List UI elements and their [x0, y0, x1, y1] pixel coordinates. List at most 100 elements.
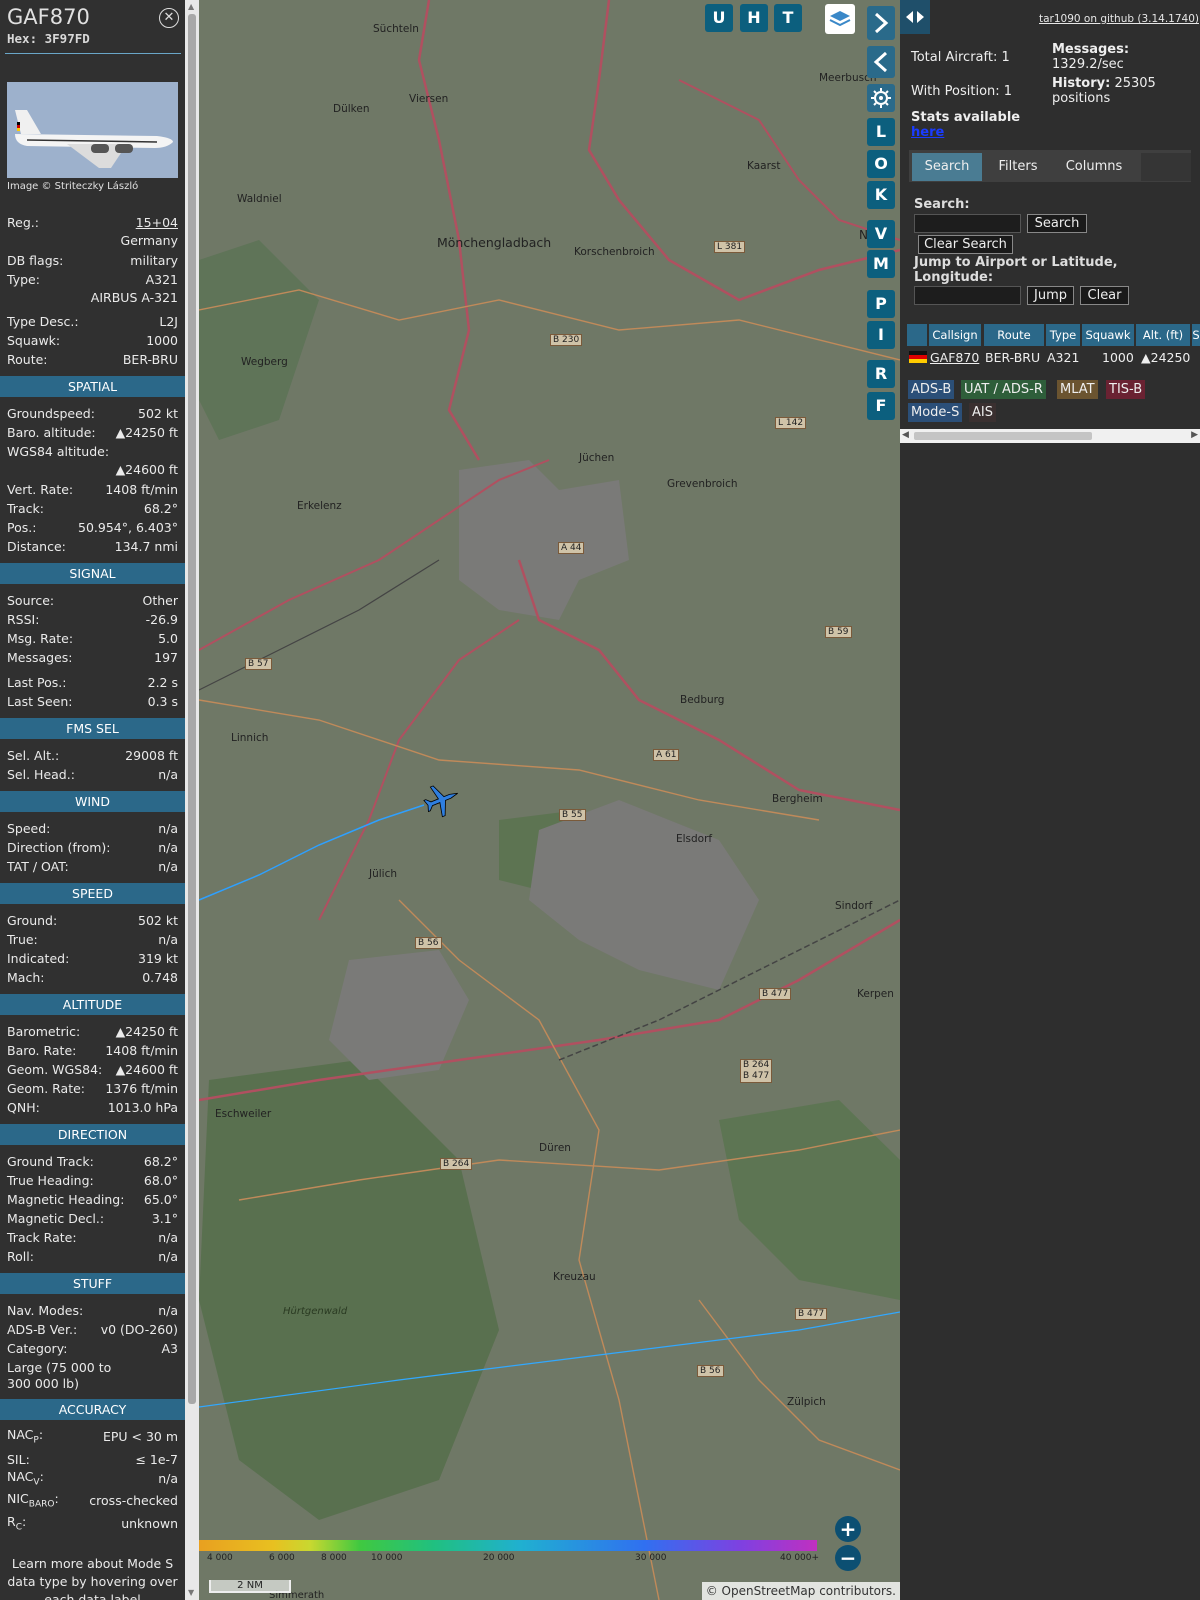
value: n/a — [158, 1302, 178, 1318]
collapse-right-icon[interactable] — [867, 6, 895, 40]
groundspeed-row: Groundspeed: 502 kt — [7, 404, 178, 422]
alt-tick: 40 000+ — [780, 1553, 820, 1563]
table-header-type[interactable]: Type — [1046, 324, 1080, 346]
label: TAT / OAT: — [7, 858, 69, 874]
map-view[interactable]: Süchteln Viersen Dülken Meerbusch Waldni… — [199, 0, 900, 1600]
label: Pos.: — [7, 519, 37, 535]
search-input[interactable] — [914, 214, 1021, 233]
collapse-left-icon[interactable] — [867, 46, 895, 78]
value: 29008 ft — [125, 747, 178, 763]
section-wind: WIND — [0, 791, 185, 812]
table-header-alt[interactable]: Alt. (ft) — [1136, 324, 1190, 346]
scroll-left-icon[interactable]: ◀ — [902, 430, 909, 440]
map-button-l[interactable]: L — [867, 118, 895, 146]
rc-row: RC: unknown — [7, 1514, 178, 1533]
messages-label: Messages: — [1052, 42, 1130, 57]
qnh-row: QNH: 1013.0 hPa — [7, 1098, 178, 1116]
section-signal: SIGNAL — [0, 563, 185, 584]
hscroll-thumb[interactable] — [914, 432, 1092, 440]
value: n/a — [158, 1229, 178, 1245]
table-header-callsign[interactable]: Callsign — [929, 324, 981, 346]
jump-button[interactable]: Jump — [1027, 286, 1074, 305]
map-button-f[interactable]: F — [867, 392, 895, 420]
tab-blank — [1141, 153, 1191, 181]
barometric-row: Barometric: ▲24250 ft — [7, 1022, 178, 1040]
alt-tick: 8 000 — [321, 1553, 347, 1563]
label: Indicated: — [7, 950, 70, 966]
map-button-t[interactable]: T — [774, 4, 802, 32]
place-label: Mönchengladbach — [437, 235, 552, 250]
info-panel-scrollbar[interactable]: ▲ ▼ — [185, 0, 199, 1600]
section-stuff: STUFF — [0, 1273, 185, 1294]
label: Roll: — [7, 1248, 34, 1264]
tab-search[interactable]: Search — [912, 153, 982, 181]
road-shield: A 44 — [558, 542, 585, 554]
clear-button[interactable]: Clear — [1080, 286, 1129, 305]
label: Nav. Modes: — [7, 1302, 84, 1318]
ground-track-row: Ground Track: 68.2° — [7, 1152, 178, 1170]
search-button[interactable]: Search — [1027, 214, 1087, 233]
road-shield: B 55 — [559, 809, 586, 821]
scroll-up-icon[interactable]: ▲ — [188, 2, 194, 11]
clear-search-button[interactable]: Clear Search — [918, 235, 1013, 254]
tat-row: TAT / OAT: n/a — [7, 857, 178, 875]
value: cross-checked — [89, 1492, 178, 1508]
road-shield: B 56 — [697, 1365, 724, 1377]
road-shield-line: B 264 — [743, 1060, 770, 1070]
row-callsign[interactable]: GAF870 — [930, 350, 979, 365]
aircraft-photo[interactable] — [7, 82, 178, 178]
value: 502 kt — [138, 405, 178, 421]
map-button-p[interactable]: P — [867, 290, 895, 318]
label: Type: — [7, 271, 40, 287]
label: WGS84 altitude: — [7, 443, 110, 459]
messages-value: 1329.2/sec — [1052, 57, 1124, 72]
tab-filters[interactable]: Filters — [987, 153, 1049, 181]
true-speed-row: True: n/a — [7, 930, 178, 948]
tab-columns[interactable]: Columns — [1054, 153, 1134, 181]
place-label: Bergheim — [772, 793, 823, 805]
stats-link[interactable]: here — [911, 125, 944, 140]
nacp-row: NACP: EPU < 30 m — [7, 1427, 178, 1446]
place-label: Elsdorf — [676, 833, 713, 845]
layers-icon[interactable] — [825, 4, 855, 34]
table-header-squawk[interactable]: Squawk — [1082, 324, 1134, 346]
scroll-right-icon[interactable]: ▶ — [1191, 430, 1198, 440]
zoom-in-button[interactable]: + — [835, 1516, 861, 1542]
scroll-thumb[interactable] — [188, 14, 196, 1404]
close-icon[interactable]: ✕ — [159, 8, 179, 28]
map-button-u[interactable]: U — [705, 4, 733, 32]
alt-tick: 30 000 — [635, 1553, 667, 1563]
table-header-route[interactable]: Route — [984, 324, 1044, 346]
place-label: Eschweiler — [215, 1108, 272, 1120]
section-speed: SPEED — [0, 883, 185, 904]
label: RSSI: — [7, 611, 40, 627]
map-button-o[interactable]: O — [867, 150, 895, 178]
map-scale: 2 NM — [209, 1580, 291, 1593]
jump-input[interactable] — [914, 286, 1021, 305]
scroll-down-icon[interactable]: ▼ — [188, 1588, 194, 1597]
footer-line-3: each data label — [44, 1592, 141, 1600]
map-button-i[interactable]: I — [867, 321, 895, 349]
place-label: Süchteln — [373, 23, 419, 35]
osm-attribution[interactable]: © OpenStreetMap contributors. — [701, 1582, 900, 1600]
map-button-m[interactable]: M — [867, 250, 895, 278]
map-button-k[interactable]: K — [867, 181, 895, 209]
tag-modes: Mode-S — [908, 403, 963, 422]
label: True: — [7, 931, 38, 947]
label: Messages: — [7, 649, 73, 665]
value: n/a — [158, 839, 178, 855]
value: 197 — [154, 649, 178, 665]
label: Large (75 000 to — [7, 1359, 112, 1375]
map-button-r[interactable]: R — [867, 360, 895, 388]
table-hscrollbar[interactable]: ◀ ▶ — [900, 429, 1200, 443]
footer-line-2: data type by hovering over — [7, 1574, 178, 1589]
pos-row: Pos.: 50.954°, 6.403° — [7, 518, 178, 536]
map-button-v[interactable]: V — [867, 220, 895, 248]
map-button-h[interactable]: H — [740, 4, 768, 32]
table-header-s[interactable]: S — [1192, 324, 1200, 346]
settings-gear-icon[interactable] — [867, 84, 895, 112]
github-link[interactable]: tar1090 on github (3.14.1740) — [1039, 13, 1199, 25]
label: Baro. Rate: — [7, 1042, 77, 1058]
reg-link[interactable]: 15+04 — [136, 215, 178, 230]
expand-collapse-icon[interactable] — [900, 0, 930, 34]
